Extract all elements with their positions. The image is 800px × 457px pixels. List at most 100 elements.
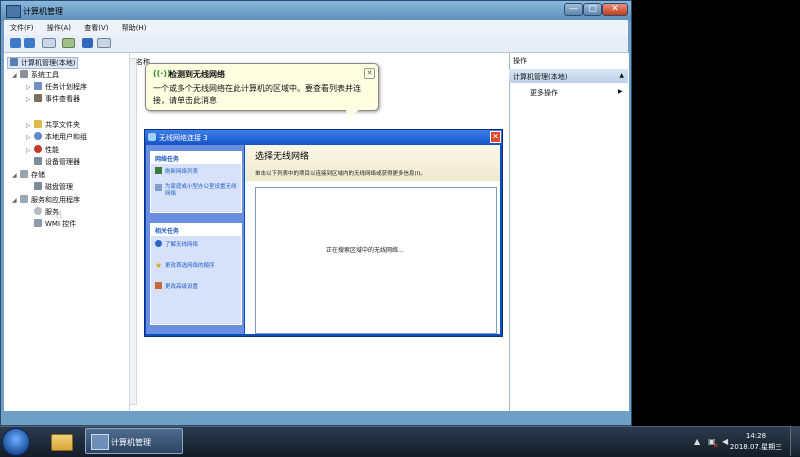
setup-wireless-link[interactable]: 为家庭或小型办公室设置无线网络 bbox=[151, 184, 237, 198]
expand-arrow-icon[interactable]: ▷ bbox=[26, 134, 34, 141]
choose-network-heading: 选择无线网络 bbox=[255, 152, 310, 162]
show-hide-action-pane-icon[interactable] bbox=[97, 38, 111, 48]
wireless-detected-balloon[interactable]: ((·)) 检测到无线网络 ✕ 一个或多个无线网络在此计算机的区域中。要查看列表… bbox=[145, 63, 379, 111]
maximize-button[interactable]: ▢ bbox=[583, 3, 602, 16]
properties-icon[interactable] bbox=[62, 38, 75, 48]
info-icon bbox=[155, 240, 162, 247]
dialog-close-button[interactable]: ✕ bbox=[490, 131, 501, 143]
searching-status: 正在搜索区域中的无线网络... bbox=[326, 247, 404, 254]
menu-help[interactable]: 帮助(H) bbox=[116, 20, 152, 33]
task-pane: 网络任务 刷新网络列表 为家庭或小型办公室设置无线网络 相关任务 了解无线网络 … bbox=[146, 145, 244, 334]
navigation-tree: 计算机管理(本地) ◢ 系统工具 ▷ 任务计划程序 ▷ 事件查看器 ▷ 共享文件夹 ▷ 本… bbox=[4, 53, 130, 411]
tree-shared-folders[interactable]: ▷ 共享文件夹 bbox=[26, 120, 80, 130]
tree-services-apps[interactable]: ◢ 服务和应用程序 bbox=[12, 195, 80, 205]
dialog-title-bar[interactable]: 无线网络连接 3 ✕ bbox=[145, 130, 502, 145]
menu-action[interactable]: 操作(A) bbox=[41, 20, 76, 33]
expand-arrow-icon[interactable]: ◢ bbox=[12, 72, 20, 79]
tools-icon bbox=[20, 70, 28, 78]
tree-disk-management[interactable]: 磁盘管理 bbox=[34, 182, 73, 192]
tree-label: 存储 bbox=[31, 171, 45, 179]
expand-arrow-icon[interactable]: ▷ bbox=[26, 122, 34, 129]
tree-label: 设备管理器 bbox=[45, 158, 80, 166]
clock-date: 2018.07.星期三 bbox=[729, 443, 783, 451]
tree-task-scheduler[interactable]: ▷ 任务计划程序 bbox=[26, 82, 87, 92]
tree-local-users[interactable]: ▷ 本地用户和组 bbox=[26, 132, 87, 142]
balloon-tail bbox=[345, 108, 361, 118]
wireless-network-dialog: 无线网络连接 3 ✕ 网络任务 刷新网络列表 为家庭或小型办公室设置无线网络 相… bbox=[144, 129, 503, 337]
computer-management-icon bbox=[6, 5, 21, 18]
device-manager-icon bbox=[34, 157, 42, 165]
submenu-arrow-icon: ▶ bbox=[618, 88, 623, 95]
balloon-title: 检测到无线网络 bbox=[169, 70, 225, 79]
back-icon[interactable] bbox=[10, 38, 21, 48]
vertical-scrollbar[interactable] bbox=[129, 58, 137, 405]
system-clock[interactable]: 14:28 2018.07.星期三 bbox=[726, 431, 786, 453]
tree-event-viewer[interactable]: ▷ 事件查看器 bbox=[26, 94, 80, 104]
show-hidden-icons[interactable]: ▲ bbox=[694, 437, 700, 446]
expand-arrow-icon[interactable]: ▷ bbox=[26, 96, 34, 103]
help-icon[interactable] bbox=[82, 38, 93, 48]
close-button[interactable]: ✕ bbox=[602, 3, 628, 16]
window-title: 计算机管理 bbox=[23, 7, 63, 16]
wmi-icon bbox=[34, 219, 42, 227]
tree-device-manager[interactable]: 设备管理器 bbox=[34, 157, 80, 167]
show-hide-tree-icon[interactable] bbox=[42, 38, 56, 48]
balloon-close-button[interactable]: ✕ bbox=[364, 68, 375, 79]
tree-label: 服务和应用程序 bbox=[31, 196, 80, 204]
mouse-pointer-icon: ☝ bbox=[56, 210, 63, 221]
computer-management-icon bbox=[91, 434, 109, 450]
actions-section-bar[interactable]: 计算机管理(本地) ▲ bbox=[509, 69, 628, 83]
dialog-title: 无线网络连接 3 bbox=[159, 134, 208, 142]
tree-root[interactable]: 计算机管理(本地) bbox=[7, 57, 79, 69]
expand-arrow-icon[interactable]: ◢ bbox=[12, 197, 20, 204]
minimize-button[interactable]: — bbox=[564, 3, 583, 16]
folder-icon bbox=[51, 434, 73, 451]
star-icon: ★ bbox=[155, 261, 163, 270]
computer-management-taskbar-button[interactable]: 计算机管理 bbox=[85, 428, 183, 454]
tree-storage[interactable]: ◢ 存储 bbox=[12, 170, 45, 180]
title-bar[interactable]: 计算机管理 — ▢ ✕ bbox=[1, 1, 631, 21]
tree-root-label: 计算机管理(本地) bbox=[21, 59, 76, 67]
actions-section-label: 计算机管理(本地) bbox=[513, 73, 568, 81]
settings-icon bbox=[155, 282, 162, 289]
storage-icon bbox=[20, 170, 28, 178]
tree-label: 共享文件夹 bbox=[45, 121, 80, 129]
services-icon bbox=[34, 207, 42, 215]
performance-icon bbox=[34, 145, 42, 153]
tree-label: 本地用户和组 bbox=[45, 133, 87, 141]
show-desktop-button[interactable] bbox=[790, 426, 800, 456]
forward-icon[interactable] bbox=[24, 38, 35, 48]
actions-pane bbox=[509, 53, 629, 411]
menu-view[interactable]: 查看(V) bbox=[78, 20, 113, 33]
tree-label: 磁盘管理 bbox=[45, 183, 73, 191]
menu-file[interactable]: 文件(F) bbox=[4, 20, 39, 33]
taskbar-app-label: 计算机管理 bbox=[111, 438, 151, 447]
network-tasks-heading: 网络任务 bbox=[151, 152, 241, 164]
disk-icon bbox=[34, 182, 42, 190]
event-viewer-icon bbox=[34, 94, 42, 102]
choose-network-instructions: 单击以下列表中的项目以连接到区域内的无线网络或获得更多信息(I)。 bbox=[255, 171, 426, 177]
computer-icon bbox=[10, 58, 18, 66]
menu-bar: 文件(F) 操作(A) 查看(V) 帮助(H) bbox=[4, 20, 628, 35]
dialog-header: 选择无线网络 单击以下列表中的项目以连接到区域内的无线网络或获得更多信息(I)。 bbox=[245, 145, 500, 181]
related-tasks-box: 相关任务 了解无线网络 更改首选网络的顺序 ★ 更改高级设置 bbox=[150, 223, 242, 325]
tree-system-tools[interactable]: ◢ 系统工具 bbox=[12, 70, 59, 80]
more-actions[interactable]: 更多操作 ▶ bbox=[530, 88, 623, 98]
expand-arrow-icon[interactable]: ▷ bbox=[26, 147, 34, 154]
related-tasks-heading: 相关任务 bbox=[151, 224, 241, 236]
expand-arrow-icon[interactable]: ◢ bbox=[12, 172, 20, 179]
expand-arrow-icon[interactable]: ▷ bbox=[26, 84, 34, 91]
refresh-icon bbox=[155, 167, 162, 174]
tree-performance[interactable]: ▷ 性能 bbox=[26, 145, 59, 155]
tree-label: 任务计划程序 bbox=[45, 83, 87, 91]
dialog-main: 选择无线网络 单击以下列表中的项目以连接到区域内的无线网络或获得更多信息(I)。… bbox=[245, 145, 500, 334]
services-apps-icon bbox=[20, 195, 28, 203]
collapse-arrow-icon[interactable]: ▲ bbox=[619, 72, 624, 79]
tree-label: WMI 控件 bbox=[45, 220, 77, 228]
network-list[interactable]: 正在搜索区域中的无线网络... bbox=[255, 187, 497, 334]
tree-label: 系统工具 bbox=[31, 71, 59, 79]
more-actions-label: 更多操作 bbox=[530, 89, 558, 97]
start-button[interactable] bbox=[2, 428, 30, 456]
explorer-taskbar-button[interactable] bbox=[43, 428, 79, 454]
wireless-icon bbox=[148, 133, 156, 141]
